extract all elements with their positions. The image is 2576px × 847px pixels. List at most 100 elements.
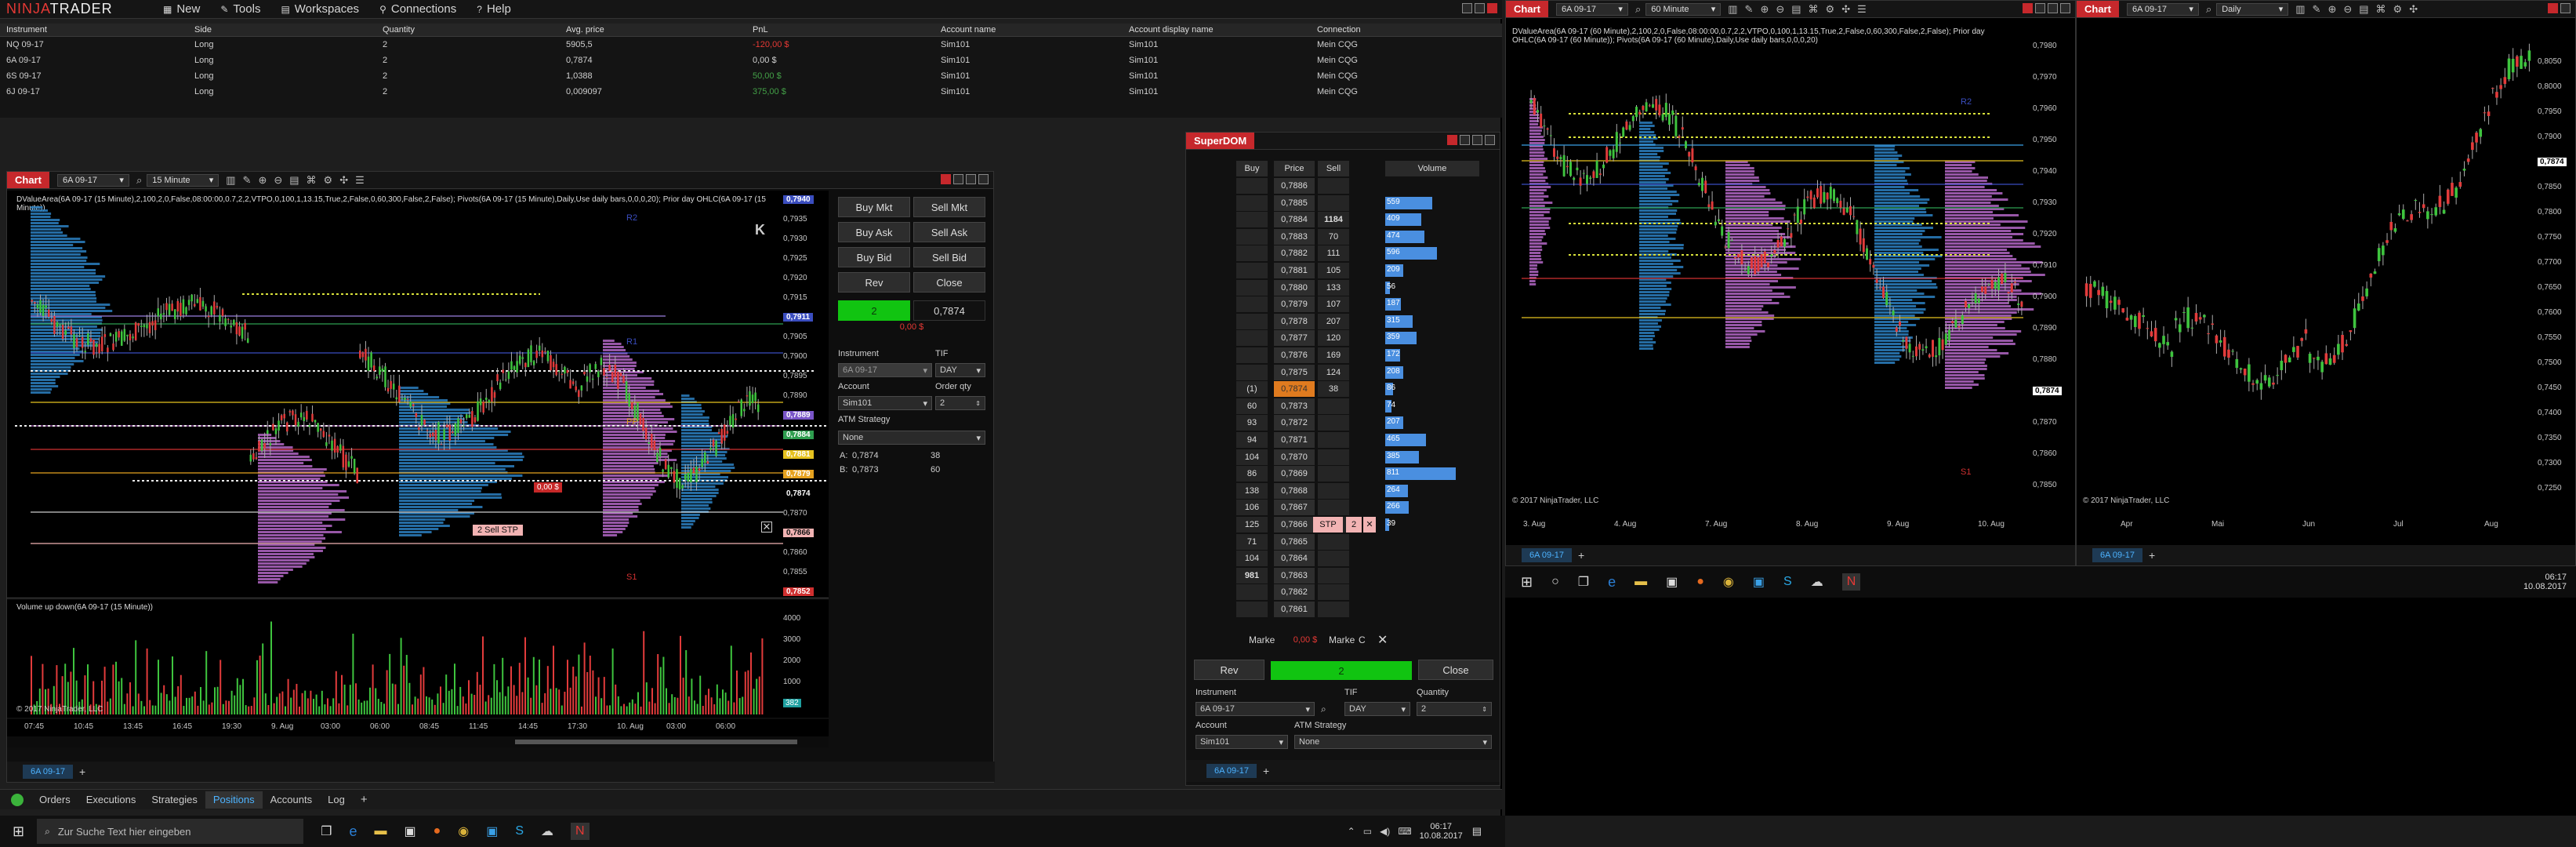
stepper-arrows-icon[interactable]: ⇕ <box>975 400 981 407</box>
dom-price-cell[interactable]: 0,7879 <box>1274 296 1315 313</box>
list-icon[interactable]: ☰ <box>355 174 365 187</box>
dom-sell-cell[interactable]: 120 <box>1318 330 1349 347</box>
dom-sell-cell[interactable]: 38 <box>1318 381 1349 398</box>
dom-buy-cell[interactable] <box>1236 602 1268 617</box>
list-icon[interactable]: ☰ <box>1857 3 1867 16</box>
windows-start-icon[interactable]: ⊞ <box>1521 574 1533 591</box>
atm-strategy-select[interactable]: None ▾ <box>838 431 985 445</box>
close-position-button[interactable]: Close <box>913 272 985 293</box>
dom-column-header[interactable]: Volume <box>1385 161 1479 176</box>
add-tab-icon[interactable]: + <box>1263 765 1269 777</box>
column-header-5[interactable]: Account name <box>941 25 996 35</box>
dom-buy-cell[interactable] <box>1236 347 1268 363</box>
cortana-icon[interactable]: ○ <box>1551 575 1559 589</box>
quantity-stepper[interactable]: 2 ⇕ <box>1417 702 1492 716</box>
dom-price-cell[interactable]: 0,7881 <box>1274 263 1315 278</box>
search-icon[interactable]: ⌕ <box>1635 3 1641 16</box>
dom-sell-cell[interactable] <box>1318 500 1349 516</box>
dom-sell-cell[interactable]: 105 <box>1318 263 1349 278</box>
taskbar-search-box[interactable]: ⌕ Zur Suche Text hier eingeben <box>37 819 304 844</box>
dom-column-header[interactable]: Sell <box>1318 161 1349 176</box>
tray-chevron-icon[interactable]: ⌃ <box>1348 826 1355 837</box>
dom-sell-cell[interactable]: 207 <box>1318 313 1349 329</box>
chart-tab-label[interactable]: Chart <box>7 172 49 188</box>
add-tab-icon[interactable]: + <box>2149 549 2155 562</box>
close-order-icon[interactable]: ✕ <box>761 522 772 533</box>
crosshair-icon[interactable]: ✣ <box>1841 3 1850 16</box>
app-icon[interactable]: ▣ <box>1753 574 1765 590</box>
zoom-in-icon[interactable]: ⊕ <box>2327 3 2336 16</box>
column-header-2[interactable]: Quantity <box>383 25 415 35</box>
dom-column-header[interactable]: Buy <box>1236 161 1268 176</box>
market-sell-button[interactable]: Marke <box>1329 634 1355 645</box>
instrument-field[interactable]: 6A 09-17 ▾ <box>838 363 932 377</box>
properties-icon[interactable]: ▤ <box>289 174 299 187</box>
dom-buy-cell[interactable]: 125 <box>1236 517 1268 533</box>
price-axis[interactable]: 0,7940 0,7935 0,7930 0,7925 0,7920 0,7915 0,79… <box>783 191 829 598</box>
price-panel[interactable]: DValueArea(6A 09-17 (60 Minute),2,100,2,… <box>1506 20 2077 515</box>
dom-buy-cell[interactable]: 93 <box>1236 415 1268 431</box>
dom-price-cell[interactable]: 0,7864 <box>1274 551 1315 567</box>
dom-column-header[interactable]: Price <box>1274 161 1315 176</box>
dom-sell-cell[interactable]: 107 <box>1318 296 1349 313</box>
network-app-icon[interactable]: ☁ <box>541 823 553 839</box>
tif-select[interactable]: DAY ▾ <box>935 363 985 377</box>
column-header-6[interactable]: Account display name <box>1129 25 1214 35</box>
column-header-7[interactable]: Connection <box>1317 25 1361 35</box>
sell-bid-button[interactable]: Sell Bid <box>913 247 985 267</box>
dom-ladder[interactable]: Buy Price Sell Volume 0,7886 0,7885 559 0,7884 1… <box>1236 161 1497 617</box>
dom-price-cell[interactable]: 0,7870 <box>1274 449 1315 465</box>
dom-sell-cell[interactable]: 133 <box>1318 279 1349 296</box>
superdom-instrument-tab[interactable]: 6A 09-17 <box>1206 764 1257 778</box>
time-axis[interactable]: Apr Mai Jun Jul Aug <box>2077 517 2536 534</box>
network-icon[interactable]: ▭ <box>1363 826 1372 837</box>
sell-market-button[interactable]: Sell Mkt <box>913 197 985 217</box>
network-app-icon[interactable]: ☁ <box>1811 574 1823 590</box>
search-icon[interactable]: ⌕ <box>1321 703 1326 715</box>
dom-sell-cell[interactable] <box>1318 449 1349 465</box>
sell-ask-button[interactable]: Sell Ask <box>913 222 985 242</box>
stop-order-marker[interactable]: STP <box>1313 517 1343 533</box>
bar-type-icon[interactable]: ▥ <box>1728 3 1737 16</box>
store-icon[interactable]: ▣ <box>404 823 415 839</box>
dom-buy-cell[interactable]: 106 <box>1236 500 1268 516</box>
tab-orders[interactable]: Orders <box>31 791 78 809</box>
tab-executions[interactable]: Executions <box>78 791 144 809</box>
strategy-icon[interactable]: ⚙ <box>2393 3 2403 16</box>
sell-stop-order-label[interactable]: 2 Sell STP <box>473 525 523 536</box>
dom-buy-cell[interactable] <box>1236 228 1268 245</box>
dom-buy-cell[interactable]: 104 <box>1236 551 1268 567</box>
minimize-button[interactable] <box>978 173 989 184</box>
interval-selector[interactable]: 15 Minute ▾ <box>147 173 220 187</box>
reverse-button[interactable]: Rev <box>1194 660 1264 680</box>
column-header-3[interactable]: Avg. price <box>566 25 604 35</box>
app-icon[interactable]: ▣ <box>486 823 498 839</box>
interval-selector[interactable]: 60 Minute ▾ <box>1645 2 1722 16</box>
close-button[interactable] <box>2023 2 2033 13</box>
add-tab-icon[interactable]: + <box>79 765 85 778</box>
store-icon[interactable]: ▣ <box>1666 574 1678 590</box>
volume-icon[interactable]: ◀) <box>1380 826 1390 837</box>
volume-panel[interactable]: Volume up down(6A 09-17 (15 Minute)) © 2… <box>7 600 829 718</box>
indicator-icon[interactable]: ⌘ <box>307 174 317 187</box>
indicator-icon[interactable]: ⌘ <box>1809 3 1819 16</box>
dom-sell-cell[interactable] <box>1318 584 1349 601</box>
tab-positions[interactable]: Positions <box>205 791 263 809</box>
dom-sell-cell[interactable] <box>1318 602 1349 617</box>
properties-icon[interactable]: ▤ <box>2359 3 2368 16</box>
cancel-stop-icon[interactable]: ✕ <box>1363 517 1376 533</box>
scrollbar-thumb[interactable] <box>515 740 797 744</box>
dom-price-cell[interactable]: 0,7861 <box>1274 602 1315 617</box>
column-header-0[interactable]: Instrument <box>6 25 47 35</box>
close-button[interactable] <box>1487 2 1497 13</box>
dom-sell-cell[interactable] <box>1318 567 1349 583</box>
crosshair-icon[interactable]: ✣ <box>339 174 348 187</box>
dom-price-cell[interactable]: 0,7876 <box>1274 347 1315 363</box>
chrome-icon[interactable]: ◉ <box>458 823 469 839</box>
zoom-out-icon[interactable]: ⊖ <box>1776 3 1784 16</box>
price-axis[interactable]: 0,8050 0,8000 0,7950 0,7900 0,7874 0,7850 0,78… <box>2536 20 2576 515</box>
close-button[interactable] <box>2548 2 2558 13</box>
dom-sell-cell[interactable] <box>1318 194 1349 211</box>
dom-buy-cell[interactable]: 71 <box>1236 533 1268 550</box>
bar-type-icon[interactable]: ▥ <box>226 174 235 187</box>
